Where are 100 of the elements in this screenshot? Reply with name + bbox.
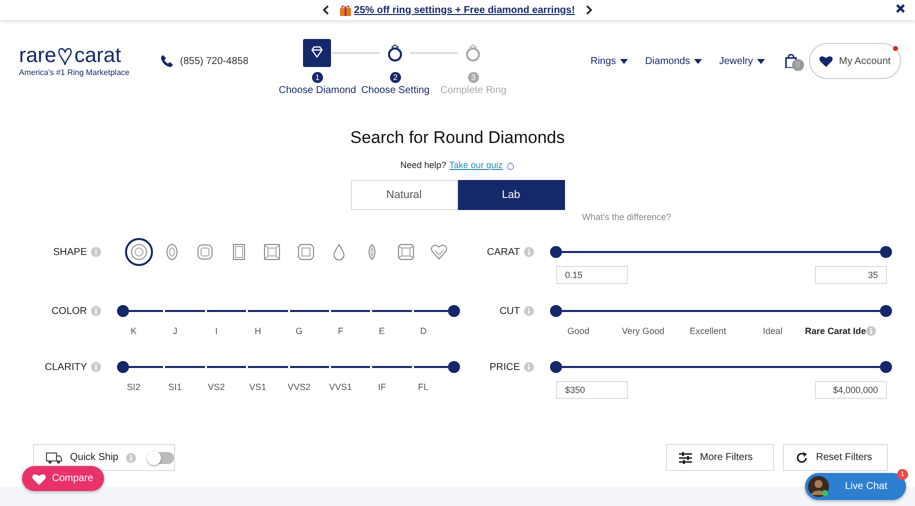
phone-icon [161,55,173,67]
filter-label: CLARITY [44,362,87,372]
step-number: 1 [312,72,323,82]
filter-label: CARAT [486,246,520,258]
grade-label: J [172,326,178,336]
logo-tagline: America's #1 Ring Marketplace [19,68,130,76]
max-input[interactable]: 35 [815,266,887,284]
range-slider[interactable] [117,361,460,373]
grade-label: H [254,326,262,336]
slider-handle[interactable] [117,305,129,317]
heart-icon [32,472,46,484]
caret-icon [757,58,765,64]
grade-label: VS2 [206,382,226,392]
range-slider[interactable] [550,305,892,317]
page-title: Search for Round Diamonds [350,128,565,148]
ring-icon [506,160,515,170]
min-input[interactable]: $350 [556,381,628,399]
info-icon [91,306,101,316]
asscher-diamond-icon[interactable] [296,243,315,261]
max-input[interactable]: $4,000,000 [815,381,887,399]
grade-label: K [130,326,138,336]
reset-filters-button[interactable]: Reset Filters [783,444,888,471]
grade-label: Excellent [688,326,728,336]
sliders-icon [679,452,692,464]
grade-label: Rare Carat Ide [805,326,866,336]
step-number: 2 [390,72,401,82]
step-number: 3 [468,72,479,82]
filter-label: PRICE [488,362,520,372]
info-icon [126,452,136,462]
difference-link[interactable]: What's the difference? [582,212,672,222]
step-label[interactable]: Choose Diamond [278,84,356,96]
step-label[interactable]: Choose Setting [361,84,430,96]
grade-label: E [378,326,386,336]
phone-number[interactable]: (855) 720-4858 [180,56,248,66]
chevron-right-icon[interactable] [584,5,592,15]
chevron-left-icon[interactable] [323,5,330,15]
grade-label: FL [417,382,430,392]
nav-link[interactable]: Jewelry [719,56,753,66]
nav-link[interactable]: Diamonds [645,56,690,66]
info-icon [524,362,534,372]
grade-label: VVS2 [286,382,312,392]
caret-icon [620,58,628,64]
slider-handle[interactable] [550,361,562,373]
compare-button[interactable]: Compare [22,466,104,491]
avatar-icon [808,476,829,497]
quick-ship-label: Quick Ship [70,452,118,463]
toggle-switch[interactable] [148,452,174,464]
princess-diamond-icon[interactable] [263,243,282,261]
quiz-link[interactable]: Take our quiz [449,160,503,170]
grade-label: Good [566,326,590,336]
info-icon [524,306,534,316]
heart-diamond-icon[interactable] [430,243,448,261]
ring-icon[interactable] [386,44,404,62]
truck-icon [46,452,62,464]
refresh-icon [796,452,808,464]
slider-handle[interactable] [880,305,892,317]
slider-handle[interactable] [448,361,460,373]
grade-label: SI1 [167,382,183,392]
slider-handle[interactable] [117,361,129,373]
grade-label: G [294,326,304,336]
gift-icon [340,4,352,16]
slider-handle[interactable] [880,361,892,373]
shopping-bag-icon[interactable] [785,54,797,68]
grade-label: VS1 [248,382,268,392]
logo-text: carat [74,46,122,66]
grade-label: I [214,326,219,336]
more-filters-button[interactable]: More Filters [666,444,774,471]
info-icon [866,326,876,336]
heart-diamond-icon [57,46,74,66]
grade-label: Ideal [762,326,784,336]
slider-handle[interactable] [550,305,562,317]
account-button[interactable]: My Account [809,43,901,79]
logo-text: rare [19,46,56,66]
grade-label: D [419,326,428,336]
origin-tab[interactable]: Natural [350,180,458,210]
info-icon [524,247,534,257]
grade-label: Very Good [620,326,666,336]
slider-handle[interactable] [550,246,562,258]
info-icon [91,362,101,372]
min-input[interactable]: 0.15 [556,266,628,284]
heart-icon [819,55,833,67]
slider-handle[interactable] [880,246,892,258]
range-slider[interactable] [550,246,892,258]
caret-icon [694,58,702,64]
range-slider[interactable] [550,361,892,373]
slider-handle[interactable] [448,305,460,317]
grade-label: IF [376,382,387,392]
range-slider[interactable] [117,305,460,317]
close-icon[interactable] [896,4,905,13]
grade-label: SI2 [126,382,142,392]
help-text: Need help? [400,160,446,170]
nav-link[interactable]: Rings [590,56,616,66]
diamond-icon[interactable] [303,38,332,66]
origin-tab[interactable]: Lab [458,180,564,210]
grade-label: F [336,326,344,336]
filter-label: SHAPE [52,246,87,258]
grade-label: VVS1 [328,382,354,392]
filter-label: CUT [498,306,520,316]
promo-link[interactable]: 25% off ring settings + Free diamond earrings! [354,4,575,16]
radiant-diamond-icon[interactable] [396,243,415,261]
